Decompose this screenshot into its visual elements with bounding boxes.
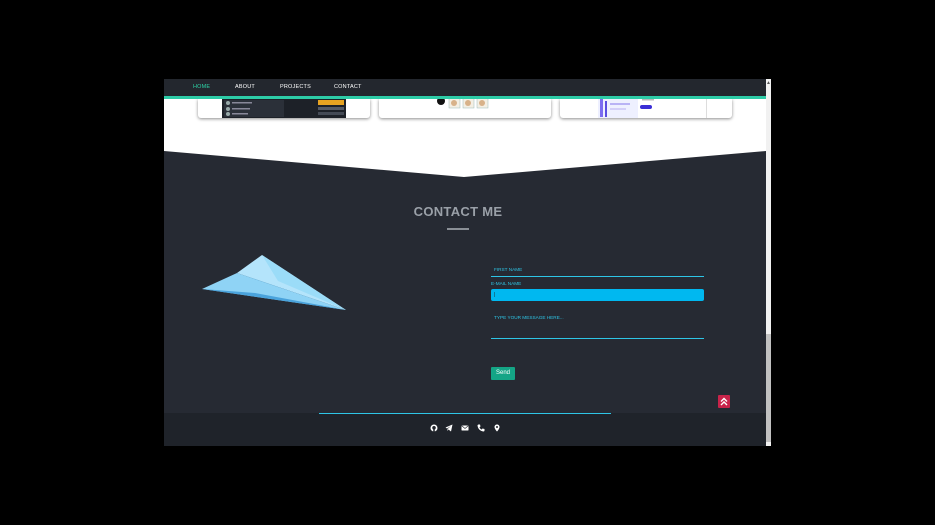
project-card-1-preview [222,99,346,118]
email-label: E-MAIL NAME [491,281,522,286]
navbar: HOME ABOUT PROJECTS CONTACT [164,79,766,99]
location-icon[interactable] [493,424,501,432]
title-underline [447,228,469,230]
page-scrollbar[interactable]: ▲ [766,79,771,446]
scroll-up-arrow-icon[interactable]: ▲ [766,80,771,86]
send-button[interactable]: Send [491,367,515,380]
browser-viewport: HOME ABOUT PROJECTS CONTACT CONTACT ME F… [164,79,771,446]
contact-title: CONTACT ME [413,204,503,219]
nav-projects[interactable]: PROJECTS [280,79,311,96]
scrollbar-thumb[interactable] [766,334,771,442]
nav-home[interactable]: HOME [193,79,210,96]
project-card-2[interactable] [379,99,551,118]
footer-divider [319,413,611,414]
first-name-field[interactable]: FIRST NAME [494,267,522,272]
paper-plane-illustration [202,255,346,310]
scroll-to-top-button[interactable] [718,395,730,408]
project-card-3[interactable] [560,99,732,118]
project-card-1[interactable] [198,99,370,118]
phone-icon[interactable] [477,424,485,432]
project-card-3-preview [598,99,707,118]
footer [164,413,766,446]
nav-about[interactable]: ABOUT [235,79,255,96]
github-icon[interactable] [430,424,438,432]
message-field[interactable]: TYPE YOUR MESSAGE HERE... [494,315,564,320]
project-card-2-preview [437,99,489,109]
telegram-icon[interactable] [445,424,453,432]
message-underline [491,338,704,339]
double-chevron-up-icon [720,397,728,406]
nav-contact[interactable]: CONTACT [334,79,362,96]
first-name-underline [491,276,704,277]
email-field[interactable] [491,289,704,301]
email-icon[interactable] [461,424,469,432]
